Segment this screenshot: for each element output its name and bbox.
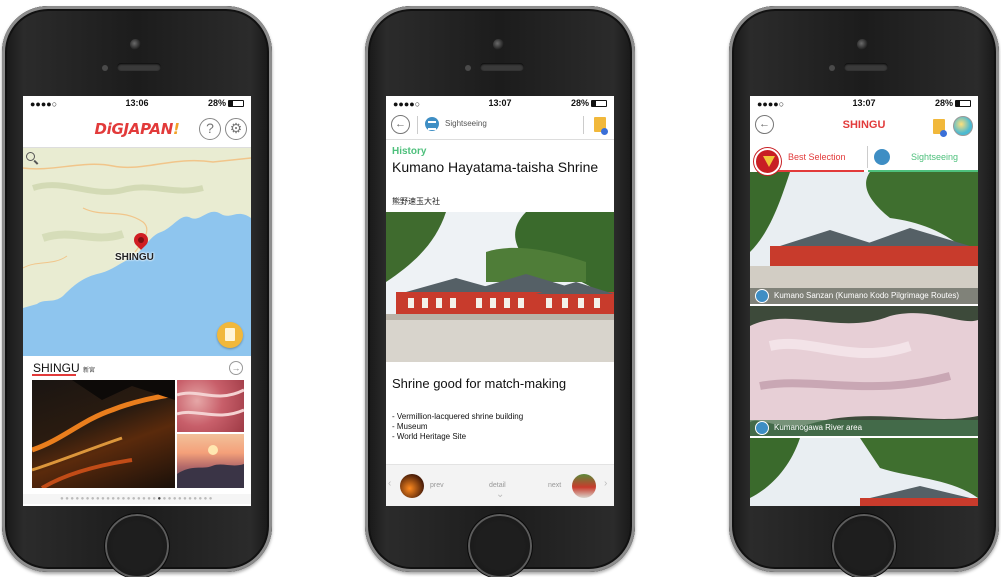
pager-dots-before: ●●●●●●●●●●●●●●●●●●●	[60, 496, 158, 502]
front-camera	[857, 39, 868, 50]
logo-mark: !	[172, 120, 180, 138]
status-bar: ●●●●○ 13:06 28%	[23, 96, 251, 110]
feature-list: - Vermillion-lacquered shrine building -…	[392, 412, 523, 442]
map-view[interactable]: SHINGU	[23, 148, 251, 356]
chevron-left-icon[interactable]: ‹	[388, 478, 391, 489]
logo-text: DiGJAPAN	[94, 120, 173, 138]
front-camera	[130, 39, 141, 50]
battery-percent: 28%	[570, 98, 589, 108]
battery-icon	[955, 99, 971, 107]
sensor	[465, 65, 471, 71]
article-title-jp: 熊野速玉大社	[392, 197, 440, 206]
earpiece-speaker	[844, 63, 888, 71]
app-header: DiGJAPAN! ? ⚙	[23, 110, 251, 148]
screen-map: ●●●●○ 13:06 28% DiGJAPAN! ? ⚙ SHINGU SHI…	[23, 96, 251, 506]
list-item[interactable]: Kumano Sanzan (Kumano Kodo Pilgrimage Ro…	[750, 172, 978, 304]
pager-dots-after: ●●●●●●●●●●	[162, 496, 214, 502]
best-selection-badge-icon	[754, 148, 781, 175]
photo-fire-festival[interactable]	[32, 380, 175, 488]
city-header[interactable]: SHINGU 新宮 →	[23, 358, 251, 378]
zoom-icon[interactable]	[26, 152, 35, 161]
sensor	[102, 65, 108, 71]
tab-sightseeing[interactable]: Sightseeing	[911, 152, 958, 162]
screen-city-list: ●●●●○ 13:07 28% ← SHINGU Best Selection …	[750, 96, 978, 506]
city-name: SHINGU	[33, 361, 80, 375]
add-to-guidebook-icon[interactable]	[594, 117, 608, 135]
battery-indicator: 28%	[571, 98, 607, 108]
tab-best-selection[interactable]: Best Selection	[788, 152, 846, 162]
prev-thumbnail[interactable]	[400, 474, 424, 498]
sightseeing-icon	[874, 149, 890, 165]
sightseeing-icon	[425, 117, 439, 131]
category-label: Sightseeing	[445, 119, 487, 128]
earpiece-speaker	[117, 63, 161, 71]
article-nav-footer: ‹ prev detail ⌄ next ›	[386, 464, 614, 506]
home-button[interactable]	[832, 514, 896, 577]
photo-sunset-mountains[interactable]	[177, 434, 244, 488]
tab-divider	[867, 146, 868, 168]
sightseeing-icon	[755, 289, 769, 303]
front-camera	[493, 39, 504, 50]
article-title: Kumano Hayatama-taisha Shrine	[392, 159, 599, 175]
next-thumbnail[interactable]	[572, 474, 596, 498]
back-button[interactable]: ←	[391, 115, 410, 134]
sensor	[829, 65, 835, 71]
home-button[interactable]	[468, 514, 532, 577]
status-bar: ●●●●○ 13:07 28%	[750, 96, 978, 110]
map-icon[interactable]	[953, 116, 973, 136]
article-header: ← Sightseeing	[386, 110, 614, 140]
settings-button[interactable]: ⚙	[225, 118, 247, 140]
next-link[interactable]: next	[548, 482, 561, 489]
article-tagline: Shrine good for match-making	[392, 376, 567, 391]
battery-icon	[591, 99, 607, 107]
phone-3: ●●●●○ 13:07 28% ← SHINGU Best Selection …	[729, 6, 999, 577]
shrine-photo	[386, 212, 614, 362]
status-bar: ●●●●○ 13:07 28%	[386, 96, 614, 110]
card-title: Kumanogawa River area	[774, 423, 863, 432]
card-title: Kumano Sanzan (Kumano Kodo Pilgrimage Ro…	[774, 291, 959, 300]
phone-2: ●●●●○ 13:07 28% ← Sightseeing History Ku…	[365, 6, 635, 577]
feature-item: - Vermillion-lacquered shrine building	[392, 412, 524, 421]
battery-icon	[228, 99, 244, 107]
feature-item: - World Heritage Site	[392, 432, 467, 441]
tab-bar: Best Selection Sightseeing	[750, 143, 978, 175]
sightseeing-icon	[755, 421, 769, 435]
chevron-right-icon[interactable]: ›	[604, 478, 607, 489]
page-indicator[interactable]: ●●●●●●●●●●●●●●●●●●●●●●●●●●●●●●	[23, 494, 251, 504]
battery-percent: 28%	[207, 98, 226, 108]
card-caption: Kumano Sanzan (Kumano Kodo Pilgrimage Ro…	[750, 288, 978, 304]
phone-1: ●●●●○ 13:06 28% DiGJAPAN! ? ⚙ SHINGU SHI…	[2, 6, 272, 577]
prev-link[interactable]: prev	[430, 482, 444, 489]
list-item[interactable]: Kumanogawa River area	[750, 306, 978, 436]
battery-indicator: 28%	[935, 98, 971, 108]
city-header: ← SHINGU	[750, 110, 978, 142]
chevron-down-icon[interactable]: ⌄	[496, 489, 504, 500]
list-item[interactable]	[750, 438, 978, 506]
map-city-label: SHINGU	[115, 252, 154, 263]
battery-indicator: 28%	[208, 98, 244, 108]
earpiece-speaker	[480, 63, 524, 71]
header-divider	[583, 116, 584, 134]
screen-article: ●●●●○ 13:07 28% ← Sightseeing History Ku…	[386, 96, 614, 506]
guidebook-button[interactable]	[217, 322, 243, 348]
detail-link[interactable]: detail	[489, 482, 506, 489]
home-button[interactable]	[105, 514, 169, 577]
help-button[interactable]: ?	[199, 118, 221, 140]
feature-item: - Museum	[392, 422, 428, 431]
battery-percent: 28%	[934, 98, 953, 108]
city-underline	[32, 374, 76, 376]
city-name-jp: 新宮	[83, 368, 96, 374]
guidebook-icon[interactable]	[933, 119, 947, 137]
header-divider	[417, 116, 418, 134]
arrow-right-icon[interactable]: →	[229, 361, 243, 375]
photo-beef[interactable]	[177, 380, 244, 432]
card-caption: Kumanogawa River area	[750, 420, 978, 436]
article-tag: History	[392, 146, 427, 157]
